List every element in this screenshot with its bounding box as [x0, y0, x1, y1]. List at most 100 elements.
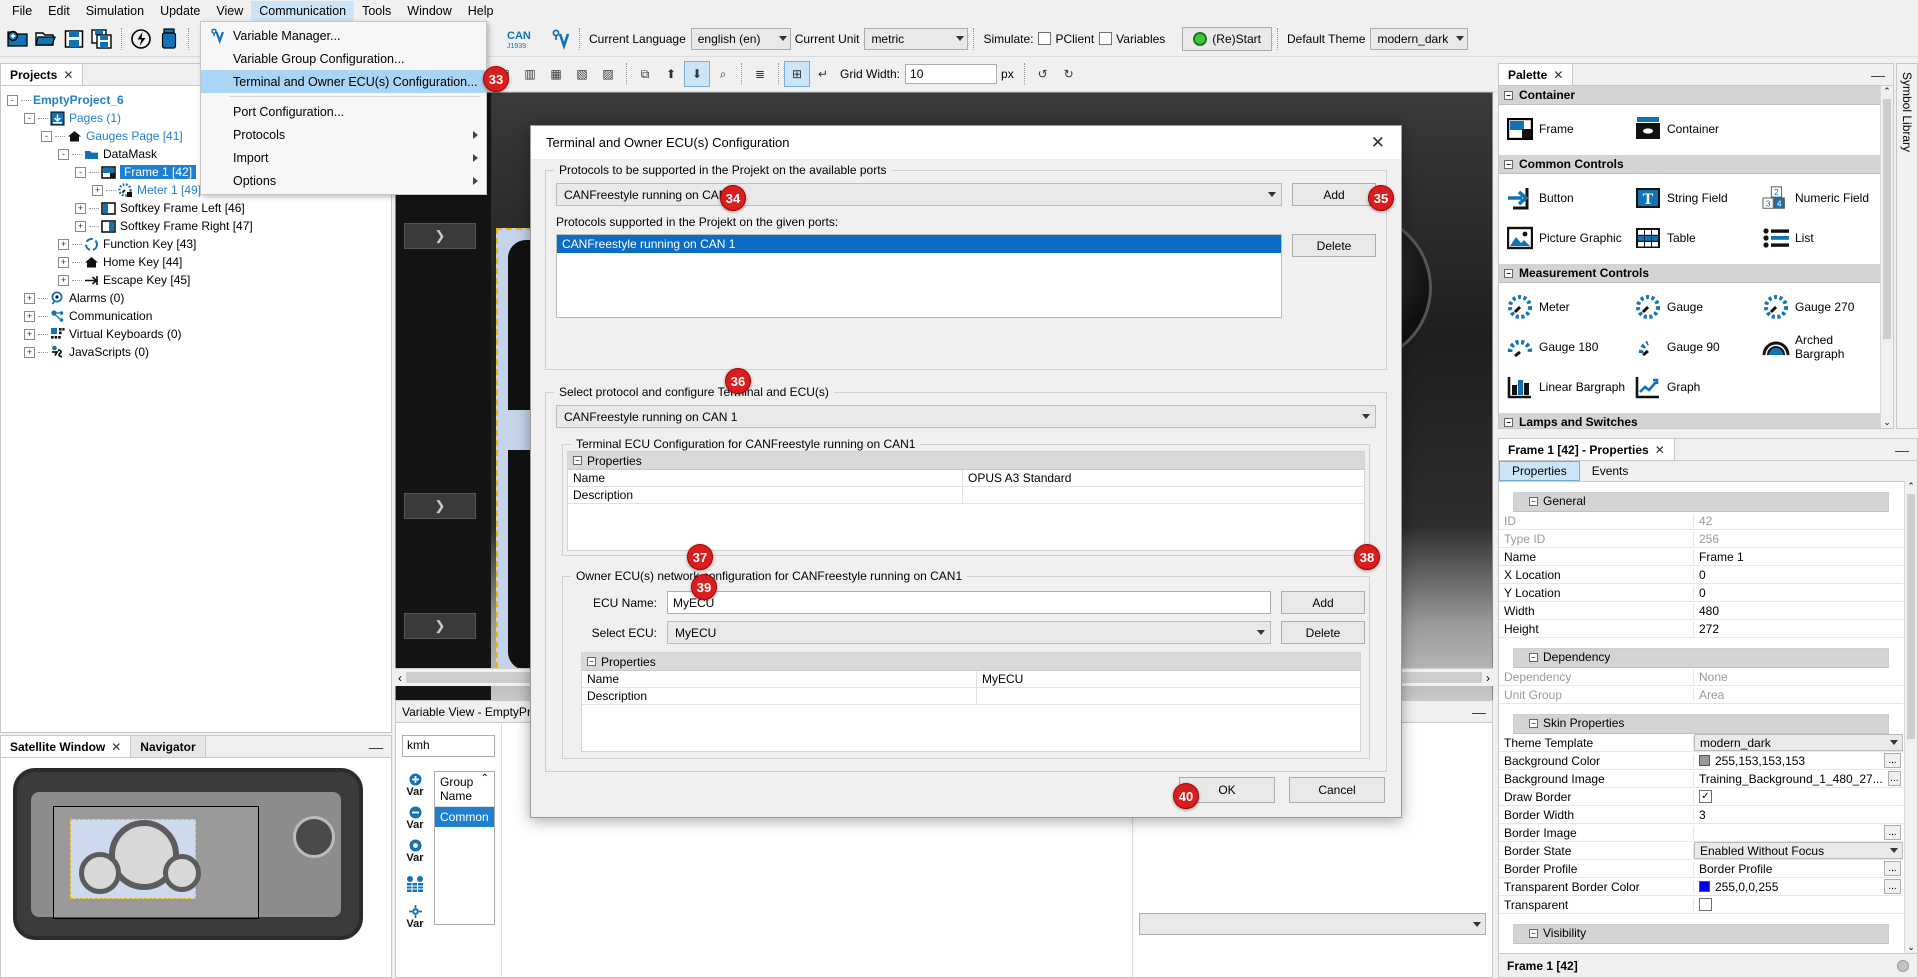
palette-item-gauge-90[interactable]: Gauge 90 [1629, 327, 1757, 367]
menu-item-file[interactable]: File [4, 1, 40, 21]
scroll-left-icon[interactable]: ‹ [398, 671, 402, 685]
variable-group-list[interactable]: Group Name ⌃ Common [434, 771, 495, 925]
property-row-draw-border[interactable]: Draw Border✓ [1499, 788, 1903, 806]
table-row[interactable]: Name MyECU [582, 671, 1360, 688]
tree-item-alarms-0[interactable]: +Alarms (0) [1, 289, 391, 307]
palette-item-table[interactable]: Table [1629, 218, 1757, 258]
property-value[interactable]: Area [1694, 688, 1903, 702]
property-value[interactable]: 42 [1694, 514, 1903, 528]
expand-icon[interactable]: + [58, 257, 69, 268]
collapse-icon[interactable]: − [1504, 269, 1513, 278]
palette-section-common-controls[interactable]: −Common Controls [1499, 155, 1893, 174]
property-value[interactable]: 0 [1694, 568, 1903, 582]
palette-section-container[interactable]: −Container [1499, 86, 1893, 105]
tab-frame-properties[interactable]: Frame 1 [42] - Properties ✕ [1499, 439, 1675, 460]
property-row-name[interactable]: NameFrame 1 [1499, 548, 1903, 566]
property-value[interactable]: ✓ [1694, 790, 1903, 803]
variable-manager-icon[interactable] [546, 25, 574, 53]
browse-button[interactable]: ... [1884, 753, 1901, 768]
property-row-background-image[interactable]: Background ImageTraining_Background_1_48… [1499, 770, 1903, 788]
expand-icon[interactable]: + [75, 221, 86, 232]
expand-icon[interactable]: + [24, 311, 35, 322]
close-icon[interactable]: ✕ [63, 68, 73, 82]
default-theme-select[interactable]: modern_dark [1370, 28, 1468, 50]
sort-ascending-icon[interactable]: ⌃ [481, 773, 489, 784]
align-top-icon[interactable]: ▧ [569, 61, 595, 87]
tree-item-virtual-keyboards-0[interactable]: +Virtual Keyboards (0) [1, 325, 391, 343]
palette-item-gauge[interactable]: Gauge [1629, 287, 1757, 327]
close-icon-3[interactable]: ✕ [1553, 68, 1563, 82]
cancel-button[interactable]: Cancel [1289, 777, 1385, 803]
menu-item-tools[interactable]: Tools [354, 1, 399, 21]
palette-item-frame[interactable]: Frame [1501, 109, 1629, 149]
collapse-icon-2[interactable]: − [587, 657, 596, 666]
flip-horizontal-icon[interactable]: ⧉ [632, 61, 658, 87]
ecu-name-input[interactable]: MyECU [667, 591, 1271, 614]
dialog-close-icon[interactable]: ✕ [1365, 133, 1391, 153]
property-row-border-image[interactable]: Border Image... [1499, 824, 1903, 842]
palette-item-container[interactable]: Container [1629, 109, 1757, 149]
expand-icon[interactable]: + [58, 239, 69, 250]
property-checkbox[interactable] [1699, 898, 1712, 911]
property-value[interactable]: 0 [1694, 586, 1903, 600]
palette-section-lamps-and-switches[interactable]: −Lamps and Switches [1499, 413, 1893, 428]
property-value[interactable]: Frame 1 [1694, 550, 1903, 564]
collapse-icon[interactable]: − [1504, 418, 1513, 427]
satellite-preview[interactable] [5, 762, 387, 947]
move-down-icon[interactable]: ⬇ [684, 61, 710, 87]
property-group-dependency[interactable]: −Dependency [1513, 648, 1889, 668]
expand-icon[interactable]: + [24, 293, 35, 304]
property-row-x-location[interactable]: X Location0 [1499, 566, 1903, 584]
browse-button[interactable]: ... [1884, 879, 1901, 894]
menu-item-help[interactable]: Help [460, 1, 502, 21]
communication-menu[interactable]: Variable Manager...Variable Group Config… [200, 21, 487, 195]
property-row-transparent-border-color[interactable]: Transparent Border Color255,0,0,255... [1499, 878, 1903, 896]
palette-item-numeric-field[interactable]: 234Numeric Field [1757, 178, 1885, 218]
property-row-height[interactable]: Height272 [1499, 620, 1903, 638]
browse-button[interactable]: ... [1884, 861, 1901, 876]
tab-navigator[interactable]: Navigator [131, 736, 205, 757]
redo-icon[interactable]: ↻ [1056, 61, 1082, 87]
collapse-icon[interactable]: − [1529, 497, 1538, 506]
subtab-events[interactable]: Events [1580, 461, 1641, 481]
property-value[interactable]: Training_Background_1_480_27...... [1694, 771, 1903, 786]
palette-item-meter[interactable]: Meter [1501, 287, 1629, 327]
tree-item-function-key-43[interactable]: +Function Key [43] [1, 235, 391, 253]
grid-width-input[interactable]: 10 [905, 64, 997, 84]
tree-item-escape-key-45[interactable]: +Escape Key [45] [1, 271, 391, 289]
property-value[interactable]: 255,153,153,153... [1694, 753, 1903, 768]
palette-scrollbar[interactable]: ⌃ ⌄ [1880, 86, 1893, 428]
property-value[interactable]: 3 [1694, 808, 1903, 822]
menu-item-options[interactable]: Options [201, 169, 486, 192]
property-value[interactable]: Border Profile... [1694, 861, 1903, 876]
variable-group-row[interactable]: Common [435, 807, 494, 827]
softkey-4[interactable]: ❯ [404, 613, 476, 639]
property-value[interactable] [1694, 898, 1903, 911]
property-value[interactable]: 255,0,0,255... [1694, 879, 1903, 894]
open-project-icon[interactable] [32, 25, 60, 53]
property-value[interactable]: None [1694, 670, 1903, 684]
properties-scrollbar[interactable]: ⌃ ⌄ [1904, 481, 1917, 953]
terminal-properties-table[interactable]: − Properties Name OPUS A3 Standard Descr… [567, 451, 1365, 551]
expand-icon[interactable]: + [75, 203, 86, 214]
collapse-icon[interactable]: - [24, 113, 35, 124]
property-value[interactable]: 480 [1694, 604, 1903, 618]
property-row-unit-group[interactable]: Unit GroupArea [1499, 686, 1903, 704]
available-protocol-select[interactable]: CANFreestyle running on CAN 1 [556, 183, 1282, 206]
softkey-3[interactable]: ❯ [404, 493, 476, 519]
minimize-icon-4[interactable]: — [1895, 443, 1909, 457]
menu-item-update[interactable]: Update [152, 1, 208, 21]
menu-item-variable-group-configuration[interactable]: Variable Group Configuration... [201, 47, 486, 70]
palette-section-measurement-controls[interactable]: −Measurement Controls [1499, 264, 1893, 283]
scroll-down-icon-2[interactable]: ⌄ [1905, 942, 1917, 953]
menu-item-simulation[interactable]: Simulation [78, 1, 152, 21]
palette-item-string-field[interactable]: TString Field [1629, 178, 1757, 218]
owner-description-value[interactable] [977, 688, 1360, 704]
menu-item-variable-manager[interactable]: Variable Manager... [201, 24, 486, 47]
properties-rows[interactable]: −GeneralID42Type ID256NameFrame 1X Locat… [1499, 482, 1917, 954]
tab-palette[interactable]: Palette ✕ [1499, 64, 1573, 85]
property-value[interactable]: Enabled Without Focus [1694, 842, 1903, 859]
table-row[interactable]: Name OPUS A3 Standard [568, 470, 1364, 487]
softkey-2[interactable]: ❯ [404, 223, 476, 249]
terminal-description-value[interactable] [963, 487, 1364, 503]
